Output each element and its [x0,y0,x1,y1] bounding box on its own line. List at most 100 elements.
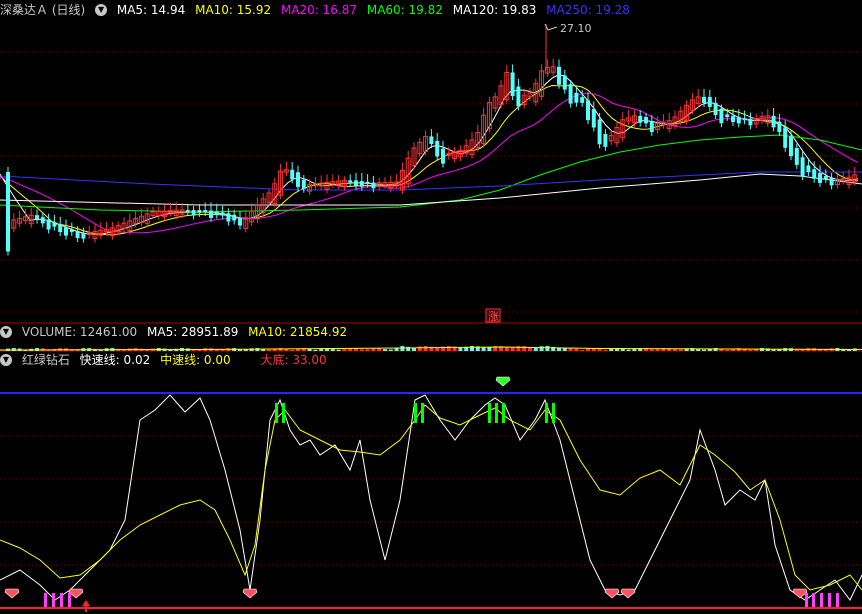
candle-body [783,127,788,148]
volume-bars [0,346,862,351]
volume-bar [632,348,637,351]
candle-body [580,97,585,103]
volume-bar [562,348,567,351]
candle-body [290,169,295,180]
candle-body [823,176,828,180]
candle-body [69,229,74,233]
volume-bar [626,349,631,351]
arrow-up-icon [82,600,90,612]
candle-body [812,169,817,179]
candle-body [197,210,202,213]
candle-body [365,181,370,184]
candle-body [220,212,225,216]
peak-price-label: 27.10 [560,22,592,35]
volume-bar [481,347,486,351]
volume-bar [365,349,370,351]
volume-bar [446,346,451,351]
candle-body [713,102,718,116]
green-diamond-icon [495,376,511,387]
volume-bar [423,346,428,351]
red-diamond-icon [242,588,258,599]
candle-body [81,232,86,239]
candle-body [301,179,306,189]
red-diamond-icon [604,588,620,599]
fast-line [0,394,862,601]
candle-body [597,119,602,145]
volume-bar [655,349,660,351]
volume-bar [394,348,399,351]
candle-body [568,84,573,104]
volume-bar [388,349,393,351]
candle-body [603,134,608,147]
magenta-signal-bar [812,593,815,607]
volume-bar [545,346,550,351]
ma120-line [0,173,862,206]
green-signal-bar [275,403,278,423]
candle-body [806,165,811,173]
candle-body [591,109,596,128]
volume-bar [748,349,753,351]
volume-bar [417,346,422,351]
candle-body [736,117,741,124]
candle-body [771,115,776,128]
candle-body [435,140,440,157]
candle-body [829,177,834,186]
candle-body [58,224,63,233]
volume-bar [400,346,405,351]
candle-body [6,172,10,252]
candle-body [203,210,208,212]
candle-body [638,115,643,123]
candle-body [35,215,39,220]
green-signal-bar [421,403,424,423]
candle-body [562,75,567,90]
volume-bar [383,349,387,351]
volume-bar [609,348,614,351]
candle-body [742,118,747,121]
candle-body [191,210,196,216]
up-marker-label: 涨 [488,310,499,323]
volume-bar [725,349,730,351]
ma250-line [0,171,862,191]
volume-bar [649,349,654,351]
red-diamond-icon [620,588,636,599]
candle-body [725,114,730,118]
candle-body [719,108,724,124]
candle-body [209,210,213,218]
volume-bar [702,349,706,351]
candle-body [789,136,793,157]
candle-body [296,172,300,187]
magenta-signal-bar [805,593,808,607]
candle-body [238,217,242,226]
candle-body [557,66,561,85]
candle-body [354,180,358,186]
magenta-signal-bar [68,593,71,607]
volume-bar [267,349,271,351]
green-signal-bar [495,403,498,423]
peak-pointer [544,23,558,31]
volume-bar [319,348,324,351]
moving-average-lines [0,74,862,236]
volume-bar [290,349,295,351]
volume-bar [435,347,440,351]
green-signal-bar [488,403,491,423]
volume-bar [342,348,347,351]
candle-body [226,213,231,222]
candle-body [794,148,799,165]
magenta-signal-bar [820,593,823,607]
magenta-signal-bar [52,593,55,607]
candle-body [371,182,376,189]
volume-bar [771,349,776,351]
green-signal-bar [545,403,548,423]
indicator-lines [0,394,862,601]
volume-bar [458,347,463,351]
candle-body [748,119,753,126]
signal-markers [4,376,839,612]
stock-chart-canvas[interactable]: 27.10 涨 [0,0,862,614]
candle-body [702,96,706,103]
volume-bar [580,349,585,351]
candle-body [777,121,782,132]
candle-body [46,219,51,230]
green-signal-bar [414,403,417,423]
volume-bar [603,349,608,351]
red-diamond-icon [792,588,808,599]
